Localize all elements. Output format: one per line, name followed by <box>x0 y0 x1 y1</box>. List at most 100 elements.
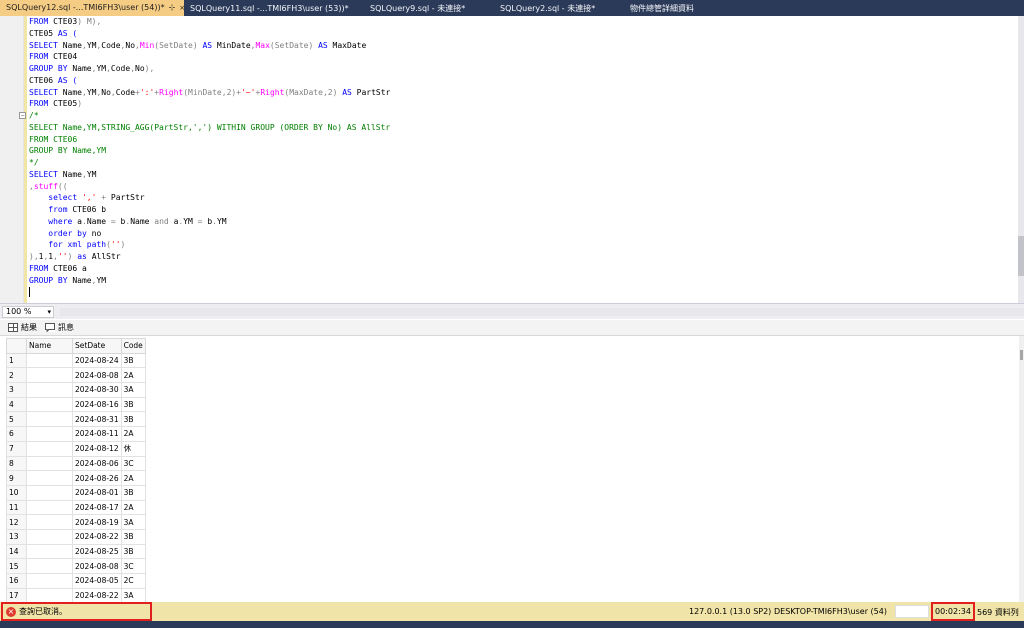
row-number-cell[interactable]: 16 <box>6 573 27 589</box>
code-cell[interactable]: 3B <box>120 396 146 413</box>
row-number-cell[interactable]: 9 <box>6 470 27 486</box>
code-area[interactable]: FROM CTE03) M), CTE05 AS (SELECT Name,YM,… <box>19 16 390 298</box>
setdate-cell[interactable]: 2024-08-16 <box>72 396 122 413</box>
table-row[interactable]: 9 2024-08-26 2A <box>6 470 146 486</box>
setdate-cell[interactable]: 2024-08-05 <box>72 573 122 589</box>
table-row[interactable]: 13 2024-08-22 3B <box>6 528 146 545</box>
code-cell[interactable]: 2C <box>120 573 146 589</box>
row-number-cell[interactable]: 12 <box>6 514 27 530</box>
setdate-cell[interactable]: 2024-08-11 <box>72 426 122 442</box>
name-cell[interactable] <box>26 426 73 442</box>
code-cell[interactable]: 3B <box>120 352 146 369</box>
name-cell[interactable] <box>26 440 73 457</box>
setdate-cell[interactable]: 2024-08-22 <box>72 587 122 602</box>
name-cell[interactable] <box>26 455 73 472</box>
name-cell[interactable] <box>26 470 73 486</box>
tab-results[interactable]: 結果 <box>8 322 37 333</box>
name-cell[interactable] <box>26 352 73 369</box>
row-number-cell[interactable]: 1 <box>6 352 27 369</box>
tab-messages[interactable]: 訊息 <box>45 322 74 333</box>
code-cell[interactable]: 2A <box>120 367 146 384</box>
table-row[interactable]: 16 2024-08-05 2C <box>6 573 146 589</box>
setdate-cell[interactable]: 2024-08-19 <box>72 514 122 530</box>
table-row[interactable]: 5 2024-08-31 3B <box>6 411 146 428</box>
document-tab[interactable]: 物件總管詳細資料 <box>624 2 734 16</box>
name-cell[interactable] <box>26 514 73 530</box>
editor-scroll-thumb[interactable] <box>1018 236 1024 276</box>
editor-horizontal-scrollbar[interactable] <box>60 307 1024 316</box>
grid-scroll-thumb[interactable] <box>1020 350 1023 360</box>
setdate-cell[interactable]: 2024-08-08 <box>72 558 122 574</box>
document-tab[interactable]: SQLQuery2.sql - 未連接* <box>494 2 624 16</box>
setdate-cell[interactable]: 2024-08-08 <box>72 367 122 384</box>
table-row[interactable]: 3 2024-08-30 3A <box>6 382 146 398</box>
row-number-cell[interactable]: 7 <box>6 440 27 457</box>
table-row[interactable]: 15 2024-08-08 3C <box>6 558 146 574</box>
code-cell[interactable]: 休 <box>120 440 146 457</box>
setdate-cell[interactable]: 2024-08-12 <box>72 440 122 457</box>
name-cell[interactable] <box>26 543 73 560</box>
code-cell[interactable]: 3B <box>120 411 146 428</box>
setdate-cell[interactable]: 2024-08-22 <box>72 528 122 545</box>
row-number-cell[interactable]: 4 <box>6 396 27 413</box>
table-row[interactable]: 17 2024-08-22 3A <box>6 587 146 602</box>
table-row[interactable]: 11 2024-08-17 2A <box>6 499 146 516</box>
pin-icon[interactable]: ⊹ <box>169 0 176 16</box>
setdate-cell[interactable]: 2024-08-25 <box>72 543 122 560</box>
name-cell[interactable] <box>26 528 73 545</box>
table-row[interactable]: 1 2024-08-24 3B <box>6 352 146 369</box>
code-cell[interactable]: 3B <box>120 528 146 545</box>
table-row[interactable]: 12 2024-08-19 3A <box>6 514 146 530</box>
code-cell[interactable]: 3A <box>120 587 146 602</box>
name-cell[interactable] <box>26 484 73 501</box>
setdate-cell[interactable]: 2024-08-24 <box>72 352 122 369</box>
table-row[interactable]: 10 2024-08-01 3B <box>6 484 146 501</box>
row-number-cell[interactable]: 11 <box>6 499 27 516</box>
name-cell[interactable] <box>26 411 73 428</box>
table-row[interactable]: 8 2024-08-06 3C <box>6 455 146 472</box>
table-row[interactable]: 4 2024-08-16 3B <box>6 396 146 413</box>
row-number-cell[interactable]: 2 <box>6 367 27 384</box>
grid-vertical-scrollbar[interactable] <box>1019 336 1024 602</box>
name-cell[interactable] <box>26 499 73 516</box>
row-number-header[interactable] <box>6 338 27 354</box>
fold-toggle-icon[interactable]: − <box>19 112 26 119</box>
setdate-cell[interactable]: 2024-08-17 <box>72 499 122 516</box>
code-cell[interactable]: 3B <box>120 543 146 560</box>
name-cell[interactable] <box>26 558 73 574</box>
row-number-cell[interactable]: 17 <box>6 587 27 602</box>
column-header-setdate[interactable]: SetDate <box>72 338 122 354</box>
row-number-cell[interactable]: 8 <box>6 455 27 472</box>
code-cell[interactable]: 3C <box>120 455 146 472</box>
code-cell[interactable]: 3B <box>120 484 146 501</box>
row-number-cell[interactable]: 14 <box>6 543 27 560</box>
code-cell[interactable]: 3A <box>120 514 146 530</box>
document-tab[interactable]: SQLQuery9.sql - 未連接* <box>364 2 494 16</box>
row-number-cell[interactable]: 5 <box>6 411 27 428</box>
document-tab[interactable]: SQLQuery12.sql -...TMI6FH3\user (54))* ⊹ × <box>0 0 185 16</box>
column-header-name[interactable]: Name <box>26 338 73 354</box>
row-number-cell[interactable]: 3 <box>6 382 27 398</box>
code-cell[interactable]: 2A <box>120 426 146 442</box>
row-number-cell[interactable]: 15 <box>6 558 27 574</box>
name-cell[interactable] <box>26 396 73 413</box>
row-number-cell[interactable]: 10 <box>6 484 27 501</box>
table-row[interactable]: 14 2024-08-25 3B <box>6 543 146 560</box>
setdate-cell[interactable]: 2024-08-06 <box>72 455 122 472</box>
code-cell[interactable]: 3A <box>120 382 146 398</box>
code-cell[interactable]: 3C <box>120 558 146 574</box>
table-row[interactable]: 6 2024-08-11 2A <box>6 426 146 442</box>
setdate-cell[interactable]: 2024-08-31 <box>72 411 122 428</box>
setdate-cell[interactable]: 2024-08-01 <box>72 484 122 501</box>
name-cell[interactable] <box>26 367 73 384</box>
name-cell[interactable] <box>26 587 73 602</box>
name-cell[interactable] <box>26 573 73 589</box>
table-row[interactable]: 2 2024-08-08 2A <box>6 367 146 384</box>
table-row[interactable]: 7 2024-08-12 休 <box>6 440 146 457</box>
query-editor[interactable]: FROM CTE03) M), CTE05 AS (SELECT Name,YM,… <box>0 16 1024 303</box>
column-header-code[interactable]: Code <box>120 338 146 354</box>
row-number-cell[interactable]: 13 <box>6 528 27 545</box>
code-cell[interactable]: 2A <box>120 499 146 516</box>
name-cell[interactable] <box>26 382 73 398</box>
results-grid[interactable]: Name SetDate Code 1 2024-08-24 3B 2 2024-08-… <box>0 336 1024 602</box>
